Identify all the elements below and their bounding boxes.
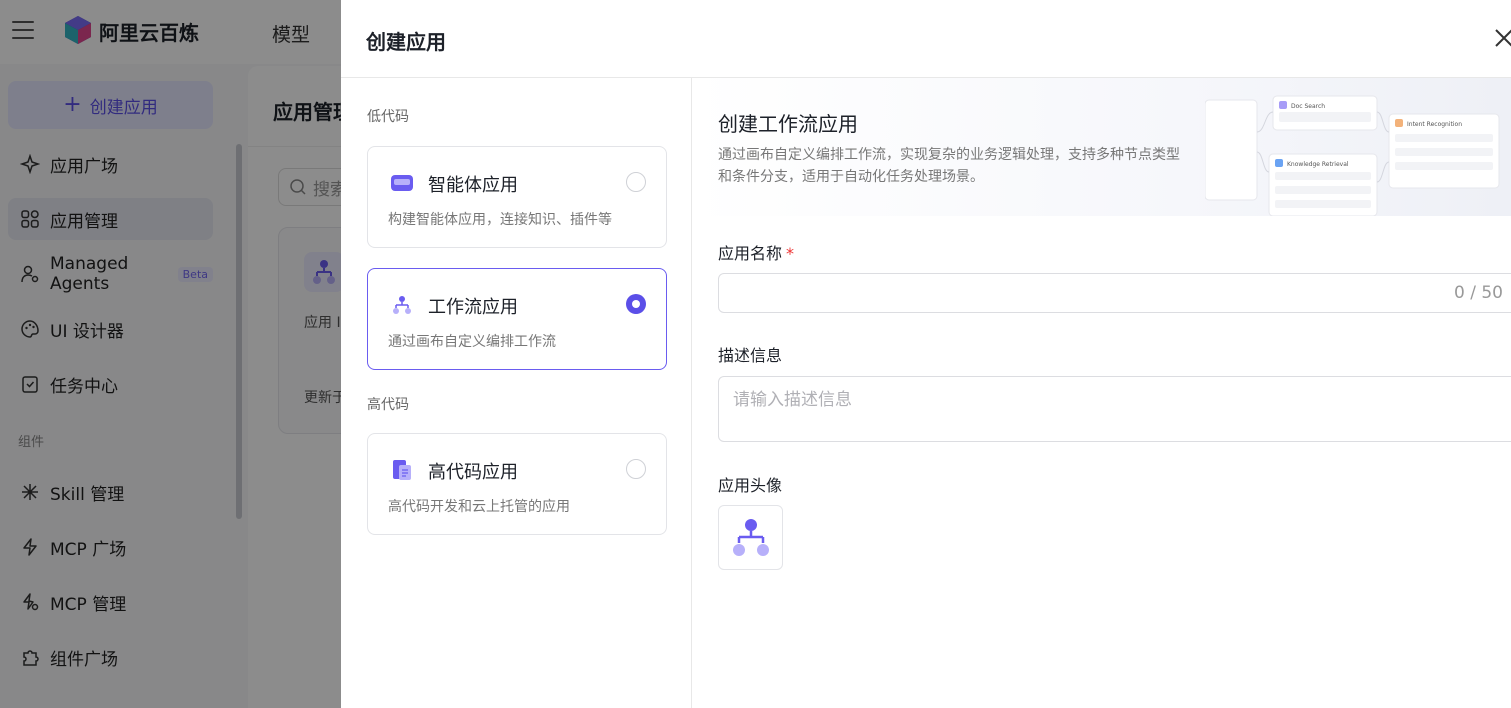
type-card-workflow[interactable]: 工作流应用 通过画布自定义编排工作流 [367,268,667,370]
app-name-label-text: 应用名称 [718,244,783,263]
type-card-title: 高代码应用 [428,462,518,483]
description-placeholder: 请输入描述信息 [733,390,852,410]
banner-title: 创建工作流应用 [718,112,858,136]
radio-workflow[interactable] [626,294,646,314]
intent-label: Intent Recognition [1407,121,1462,128]
create-app-drawer: 创建应用 低代码 智能体应用 构建智能体应用，连接知识、插件等 工作流应用 通过… [341,0,1511,708]
type-card-desc: 构建智能体应用，连接知识、插件等 [388,212,612,228]
app-name-label: 应用名称 * [718,240,794,264]
high-code-label: 高代码 [367,397,409,413]
type-card-desc: 高代码开发和云上托管的应用 [388,499,570,515]
required-mark: * [786,244,795,263]
doc-search-label: Doc Search [1291,103,1325,110]
agent-app-icon [391,175,413,191]
type-card-desc: 通过画布自定义编排工作流 [388,334,556,350]
workflow-banner: 创建工作流应用 通过画布自定义编排工作流，实现复杂的业务逻辑处理，支持多种节点类… [693,78,1511,216]
workflow-illustration: Doc Search Intent Recognition Knowledge … [1205,95,1500,216]
radio-high-code[interactable] [626,459,646,479]
type-card-title: 智能体应用 [428,175,518,196]
drawer-title: 创建应用 [366,30,446,54]
app-form-panel: 创建工作流应用 通过画布自定义编排工作流，实现复杂的业务逻辑处理，支持多种节点类… [693,78,1511,708]
banner-desc: 通过画布自定义编排工作流，实现复杂的业务逻辑处理，支持多种节点类型和条件分支，适… [718,147,1180,185]
close-icon[interactable] [1493,27,1511,49]
knowledge-label: Knowledge Retrieval [1287,161,1349,168]
low-code-label: 低代码 [367,109,409,125]
type-card-agent[interactable]: 智能体应用 构建智能体应用，连接知识、插件等 [367,146,667,248]
high-code-app-icon [393,460,411,480]
app-name-input[interactable]: 0 / 50 [718,273,1511,313]
avatar-label: 应用头像 [718,476,783,495]
drawer-header: 创建应用 [341,0,1511,78]
radio-agent[interactable] [626,172,646,192]
char-counter: 0 / 50 [1454,283,1503,303]
description-label: 描述信息 [718,346,783,365]
description-textarea[interactable]: 请输入描述信息 [718,376,1511,442]
workflow-avatar-icon [732,518,769,556]
app-type-panel: 低代码 智能体应用 构建智能体应用，连接知识、插件等 工作流应用 通过画布自定义… [341,78,692,708]
app-avatar-picker[interactable] [718,505,783,570]
type-card-high-code[interactable]: 高代码应用 高代码开发和云上托管的应用 [367,433,667,535]
type-card-title: 工作流应用 [428,297,518,318]
workflow-app-icon [393,296,411,314]
